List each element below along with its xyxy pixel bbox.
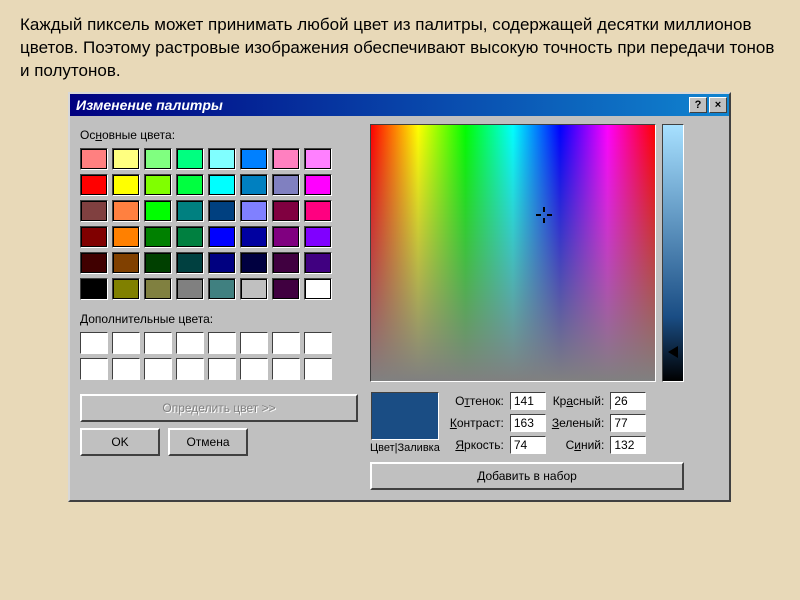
- add-to-custom-button[interactable]: Добавить в набор: [370, 462, 684, 490]
- basic-color-swatch[interactable]: [112, 148, 140, 170]
- custom-color-swatch[interactable]: [304, 332, 332, 354]
- basic-color-swatch[interactable]: [80, 174, 108, 196]
- basic-color-swatch[interactable]: [144, 200, 172, 222]
- green-label: Зеленый:: [552, 416, 605, 430]
- basic-color-swatch[interactable]: [208, 148, 236, 170]
- basic-color-swatch[interactable]: [304, 278, 332, 300]
- luminance-slider[interactable]: [662, 124, 684, 382]
- basic-color-swatch[interactable]: [176, 226, 204, 248]
- basic-color-swatch[interactable]: [304, 226, 332, 248]
- titlebar: Изменение палитры ? ×: [70, 94, 729, 116]
- custom-color-swatch[interactable]: [208, 332, 236, 354]
- basic-color-swatch[interactable]: [144, 174, 172, 196]
- dialog-title: Изменение палитры: [76, 97, 687, 113]
- basic-color-swatch[interactable]: [176, 148, 204, 170]
- color-preview: [371, 392, 439, 440]
- basic-colors-label: Основные цвета:: [80, 128, 360, 142]
- lum-label: Яркость:: [450, 438, 504, 452]
- basic-color-swatch[interactable]: [112, 174, 140, 196]
- custom-color-swatch[interactable]: [240, 332, 268, 354]
- custom-color-swatch[interactable]: [112, 358, 140, 380]
- custom-color-swatch[interactable]: [80, 332, 108, 354]
- basic-color-swatch[interactable]: [272, 148, 300, 170]
- custom-color-swatch[interactable]: [144, 332, 172, 354]
- basic-color-swatch[interactable]: [304, 148, 332, 170]
- basic-color-swatch[interactable]: [80, 278, 108, 300]
- custom-color-swatch[interactable]: [240, 358, 268, 380]
- help-button[interactable]: ?: [689, 97, 707, 113]
- basic-color-swatch[interactable]: [304, 200, 332, 222]
- basic-color-swatch[interactable]: [144, 278, 172, 300]
- color-gradient[interactable]: [370, 124, 656, 382]
- basic-color-swatch[interactable]: [80, 226, 108, 248]
- basic-color-swatch[interactable]: [80, 200, 108, 222]
- basic-color-swatch[interactable]: [208, 226, 236, 248]
- basic-color-swatch[interactable]: [208, 174, 236, 196]
- basic-color-swatch[interactable]: [272, 278, 300, 300]
- close-button[interactable]: ×: [709, 97, 727, 113]
- basic-color-swatch[interactable]: [176, 278, 204, 300]
- custom-color-swatch[interactable]: [272, 358, 300, 380]
- basic-color-swatch[interactable]: [112, 278, 140, 300]
- custom-color-swatch[interactable]: [176, 358, 204, 380]
- custom-color-swatch[interactable]: [176, 332, 204, 354]
- hue-label: Оттенок:: [450, 394, 504, 408]
- green-input[interactable]: [610, 414, 646, 432]
- basic-color-swatch[interactable]: [272, 174, 300, 196]
- custom-colors-grid: [80, 332, 360, 380]
- custom-colors-label: Дополнительные цвета:: [80, 312, 360, 326]
- sat-input[interactable]: [510, 414, 546, 432]
- basic-color-swatch[interactable]: [304, 252, 332, 274]
- basic-color-swatch[interactable]: [80, 148, 108, 170]
- custom-color-swatch[interactable]: [80, 358, 108, 380]
- basic-color-swatch[interactable]: [208, 252, 236, 274]
- basic-color-swatch[interactable]: [176, 174, 204, 196]
- basic-color-swatch[interactable]: [272, 200, 300, 222]
- custom-color-swatch[interactable]: [272, 332, 300, 354]
- basic-color-swatch[interactable]: [240, 252, 268, 274]
- basic-color-swatch[interactable]: [240, 148, 268, 170]
- basic-color-swatch[interactable]: [240, 174, 268, 196]
- basic-color-swatch[interactable]: [272, 252, 300, 274]
- cancel-button[interactable]: Отмена: [168, 428, 248, 456]
- custom-color-swatch[interactable]: [304, 358, 332, 380]
- blue-input[interactable]: [610, 436, 646, 454]
- basic-color-swatch[interactable]: [112, 200, 140, 222]
- custom-color-swatch[interactable]: [208, 358, 236, 380]
- sat-label: Контраст:: [450, 416, 504, 430]
- basic-color-swatch[interactable]: [208, 200, 236, 222]
- hue-input[interactable]: [510, 392, 546, 410]
- color-dialog: Изменение палитры ? × Основные цвета: До…: [68, 92, 731, 502]
- basic-color-swatch[interactable]: [112, 226, 140, 248]
- ok-button[interactable]: OK: [80, 428, 160, 456]
- basic-color-swatch[interactable]: [144, 252, 172, 274]
- basic-color-swatch[interactable]: [176, 252, 204, 274]
- basic-color-swatch[interactable]: [240, 226, 268, 248]
- red-label: Красный:: [552, 394, 605, 408]
- basic-color-swatch[interactable]: [112, 252, 140, 274]
- page-description: Каждый пиксель может принимать любой цве…: [0, 0, 800, 93]
- basic-color-swatch[interactable]: [80, 252, 108, 274]
- basic-color-swatch[interactable]: [240, 278, 268, 300]
- basic-colors-grid: [80, 148, 360, 300]
- basic-color-swatch[interactable]: [144, 148, 172, 170]
- blue-label: Синий:: [552, 438, 605, 452]
- lum-input[interactable]: [510, 436, 546, 454]
- basic-color-swatch[interactable]: [272, 226, 300, 248]
- luminance-arrow-icon[interactable]: [668, 346, 678, 358]
- basic-color-swatch[interactable]: [144, 226, 172, 248]
- define-color-button[interactable]: Определить цвет >>: [80, 394, 358, 422]
- basic-color-swatch[interactable]: [240, 200, 268, 222]
- red-input[interactable]: [610, 392, 646, 410]
- basic-color-swatch[interactable]: [208, 278, 236, 300]
- custom-color-swatch[interactable]: [112, 332, 140, 354]
- custom-color-swatch[interactable]: [144, 358, 172, 380]
- basic-color-swatch[interactable]: [176, 200, 204, 222]
- basic-color-swatch[interactable]: [304, 174, 332, 196]
- preview-label: Цвет|Заливка: [370, 442, 440, 454]
